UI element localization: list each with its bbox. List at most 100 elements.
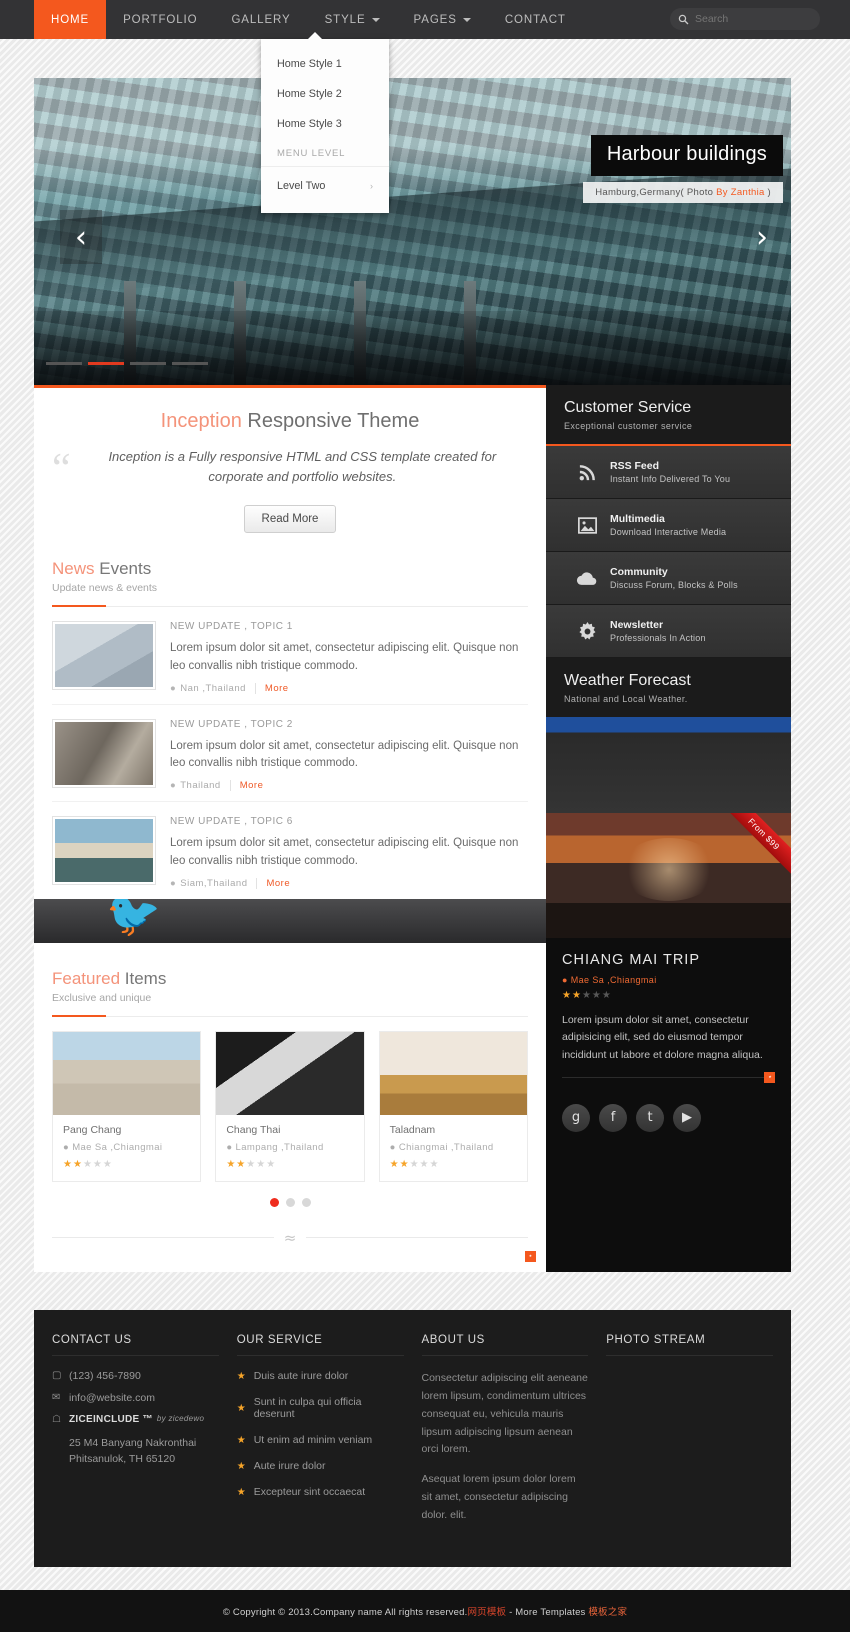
heading-accent: News — [52, 559, 95, 579]
pagination-dot[interactable] — [301, 1197, 311, 1207]
footer-service-label: Sunt in culpa qui officia deserunt — [253, 1396, 362, 1420]
nav-item-portfolio[interactable]: PORTFOLIO — [106, 0, 214, 39]
trip-image: From $99 — [546, 813, 791, 938]
main-column: Inception Responsive Theme “ Inception i… — [34, 385, 546, 1272]
customer-service-header: Customer Service Exceptional customer se… — [546, 385, 791, 446]
nav-item-gallery[interactable]: GALLERY — [214, 0, 307, 39]
image-icon — [564, 516, 610, 534]
rss-icon — [564, 463, 610, 482]
copyright-link-2[interactable]: 模板之家 — [588, 1607, 627, 1618]
featured-card[interactable]: Pang Chang ● Mae Sa ,Chiangmai ★★★★★ — [52, 1030, 202, 1182]
location-pin-icon: ● — [226, 1141, 233, 1153]
chevron-down-icon — [371, 17, 380, 22]
news-body: NEW UPDATE , TOPIC 2 Lorem ipsum dolor s… — [156, 719, 528, 792]
footer-phone: ▢ (123) 456-7890 — [52, 1370, 219, 1382]
news-list-item[interactable]: NEW UPDATE , TOPIC 2 Lorem ipsum dolor s… — [52, 705, 528, 803]
slider-dot[interactable] — [130, 362, 166, 365]
card-location: ● Lampang ,Thailand — [226, 1142, 353, 1153]
caption-author-link[interactable]: By Zanthia — [716, 187, 764, 198]
news-thumbnail[interactable] — [52, 718, 156, 788]
slider-caption-subtitle: Hamburg,Germany( Photo By Zanthia ) — [583, 182, 783, 203]
read-more-button[interactable]: Read More — [243, 505, 337, 534]
footer-photo-body — [606, 1356, 773, 1370]
news-body: NEW UPDATE , TOPIC 6 Lorem ipsum dolor s… — [156, 816, 528, 889]
rss-corner-icon[interactable]: ⋆ — [764, 1071, 775, 1083]
news-location: Thailand — [180, 780, 221, 792]
service-item-newsletter[interactable]: Newsletter Professionals In Action — [546, 605, 791, 658]
featured-card[interactable]: Chang Thai ● Lampang ,Thailand ★★★★★ — [215, 1030, 365, 1182]
star-icon: ★ — [236, 1460, 246, 1472]
featured-card[interactable]: Taladnam ● Chiangmai ,Thailand ★★★★★ — [378, 1030, 528, 1182]
customer-service-subtitle: Exceptional customer service — [564, 421, 693, 431]
service-item-community[interactable]: Community Discuss Forum, Blocks & Polls — [546, 552, 791, 605]
footer-service-item[interactable]: ★ Aute irure dolor — [237, 1460, 404, 1472]
location-pin-icon: ● — [389, 1141, 396, 1153]
service-title: Newsletter — [610, 619, 664, 631]
location-pin-icon: ● — [170, 877, 177, 889]
service-item-rss[interactable]: RSS Feed Instant Info Delivered To You — [546, 446, 791, 499]
star-icon: ★ — [236, 1434, 246, 1446]
dropdown-item-home-style-1[interactable]: Home Style 1 — [261, 49, 389, 79]
decorative-divider: ≈ — [52, 1228, 529, 1247]
card-rating: ★★★★★ — [389, 1158, 440, 1170]
footer-service-item[interactable]: ★ Excepteur sint occaecat — [237, 1486, 404, 1498]
news-list-item[interactable]: NEW UPDATE , TOPIC 1 Lorem ipsum dolor s… — [52, 607, 528, 705]
pagination-dot[interactable] — [285, 1197, 295, 1207]
twitter-icon[interactable]: t — [636, 1103, 664, 1132]
dropdown-item-home-style-3[interactable]: Home Style 3 — [261, 109, 389, 139]
twitter-bird-icon: 🐦 — [106, 898, 161, 940]
slider-dot[interactable] — [172, 362, 208, 365]
news-body: NEW UPDATE , TOPIC 1 Lorem ipsum dolor s… — [156, 621, 528, 694]
dropdown-item-home-style-2[interactable]: Home Style 2 — [261, 79, 389, 109]
footer-service-item[interactable]: ★ Duis aute irure dolor — [237, 1370, 404, 1382]
slider-next-button[interactable]: › — [741, 210, 783, 264]
footer-service-column: OUR SERVICE ★ Duis aute irure dolor ★ Su… — [236, 1334, 422, 1537]
heading-accent: Featured — [52, 968, 121, 988]
google-plus-icon[interactable]: g — [562, 1103, 590, 1132]
wave-icon: ≈ — [283, 1228, 297, 1247]
news-thumbnail[interactable] — [52, 621, 156, 691]
nav-label: PAGES — [413, 13, 457, 26]
style-dropdown-menu: Home Style 1 Home Style 2 Home Style 3 M… — [261, 32, 389, 213]
nav-label: GALLERY — [231, 13, 291, 26]
nav-item-pages[interactable]: PAGES — [397, 0, 488, 39]
footer-service-item[interactable]: ★ Ut enim ad minim veniam — [237, 1434, 404, 1446]
facebook-icon[interactable]: f — [599, 1103, 627, 1132]
star-icon: ★ — [236, 1486, 246, 1498]
search-input[interactable] — [695, 13, 805, 25]
slider-dot-active[interactable] — [88, 362, 124, 365]
news-more-link[interactable]: More — [266, 878, 290, 889]
slider-prev-button[interactable]: ‹ — [60, 210, 102, 264]
card-image — [53, 1031, 201, 1115]
content-columns: Inception Responsive Theme “ Inception i… — [34, 385, 791, 1272]
slider-dot[interactable] — [46, 362, 82, 365]
footer-contact-body: ▢ (123) 456-7890 ✉ info@website.com ☖ ZI… — [52, 1356, 219, 1468]
footer-service-item[interactable]: ★ Sunt in culpa qui officia deserunt — [237, 1396, 404, 1420]
nav-item-home[interactable]: HOME — [34, 0, 107, 39]
news-thumbnail[interactable] — [52, 816, 156, 886]
slider-caption-title: Harbour buildings — [590, 135, 783, 176]
news-more-link[interactable]: More — [240, 780, 264, 791]
meta-divider — [229, 780, 231, 792]
service-item-multimedia[interactable]: Multimedia Download Interactive Media — [546, 499, 791, 552]
dropdown-item-level-two[interactable]: Level Two › — [261, 167, 389, 201]
youtube-icon[interactable]: ▶ — [673, 1103, 701, 1132]
footer-photo-column: PHOTO STREAM — [606, 1334, 773, 1537]
trip-image-detail — [619, 838, 718, 901]
card-title: Taladnam — [389, 1123, 436, 1136]
footer-email[interactable]: ✉ info@website.com — [52, 1392, 219, 1404]
featured-heading: Featured Items — [52, 969, 528, 989]
pagination-dot-active[interactable] — [269, 1197, 279, 1207]
service-text: Newsletter Professionals In Action — [610, 619, 706, 643]
envelope-icon: ✉ — [52, 1392, 61, 1403]
service-subtitle: Download Interactive Media — [610, 527, 727, 537]
location-pin-icon: ● — [170, 780, 177, 792]
location-pin-icon: ● — [63, 1141, 70, 1153]
copyright-link-1[interactable]: 网页模板 — [467, 1607, 506, 1618]
search-box[interactable] — [670, 8, 820, 30]
nav-item-contact[interactable]: CONTACT — [488, 0, 583, 39]
news-more-link[interactable]: More — [265, 683, 289, 694]
copyright-text: © Copyright © 2013.Company name All righ… — [223, 1604, 627, 1618]
news-list-item[interactable]: NEW UPDATE , TOPIC 6 Lorem ipsum dolor s… — [52, 802, 528, 899]
rss-corner-icon[interactable]: ⋆ — [525, 1250, 536, 1262]
